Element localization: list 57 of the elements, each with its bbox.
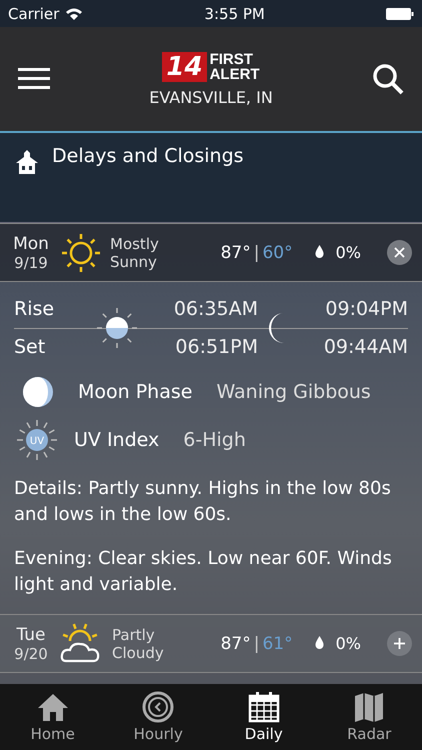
banner-label: Delays and Closings bbox=[52, 145, 244, 167]
sunrise-time: 06:35AM bbox=[172, 298, 258, 320]
search-icon[interactable] bbox=[372, 63, 404, 95]
house-icon bbox=[36, 691, 70, 723]
battery-icon bbox=[386, 8, 414, 20]
wifi-icon bbox=[65, 7, 84, 20]
sunset-time: 06:51PM bbox=[174, 336, 258, 358]
alert-banner[interactable]: Delays and Closings bbox=[0, 133, 422, 223]
low-temp: 61° bbox=[262, 634, 293, 654]
day-row[interactable]: Mon 9/19 Mostly Sunny 87° | 60° 0% bbox=[0, 223, 422, 282]
tab-button[interactable]: Daily bbox=[211, 684, 316, 750]
calendar-icon bbox=[246, 691, 281, 723]
moon-phase-value: Waning Gibbous bbox=[216, 381, 371, 403]
expand-button[interactable] bbox=[387, 631, 412, 656]
tab-button[interactable]: Home bbox=[0, 684, 106, 750]
plus-icon bbox=[394, 638, 405, 649]
day-date: 9/20 bbox=[14, 644, 48, 662]
location-label: EVANSVILLE, IN bbox=[149, 88, 273, 106]
uv-index-label: UV Index bbox=[74, 429, 160, 451]
forecast-paragraph: Details: Partly sunny. Highs in the low 80s and lows in the low 60s. bbox=[14, 477, 392, 527]
moon-phase-icon bbox=[22, 376, 54, 408]
high-temp: 87° bbox=[220, 242, 251, 262]
sun-icon bbox=[60, 232, 102, 274]
day-date: 9/19 bbox=[14, 254, 48, 272]
precip-value: 0% bbox=[314, 243, 361, 262]
collapse-button[interactable] bbox=[387, 240, 412, 265]
forecast-paragraph: Evening: Clear skies. Low near 60F. Winds light and variable. bbox=[14, 547, 393, 597]
set-label: Set bbox=[14, 336, 46, 358]
sunrise-icon bbox=[94, 305, 140, 351]
uv-badge-text: UV bbox=[30, 436, 44, 447]
tab-button[interactable]: Hourly bbox=[106, 684, 211, 750]
condition-text: Mostly Sunny bbox=[110, 234, 160, 270]
menu-icon[interactable] bbox=[18, 68, 50, 90]
day-name: Tue bbox=[16, 624, 46, 644]
moonset-time: 09:44AM bbox=[322, 336, 408, 358]
low-temp: 60° bbox=[262, 242, 293, 262]
day-name: Mon bbox=[13, 234, 49, 254]
moon-phase-label: Moon Phase bbox=[78, 381, 192, 403]
close-icon bbox=[394, 247, 405, 258]
clock-time: 3:55 PM bbox=[204, 4, 265, 22]
raindrop-icon bbox=[314, 636, 324, 649]
condition-text: Partly Cloudy bbox=[112, 626, 165, 662]
precip-value: 0% bbox=[314, 634, 361, 653]
day-row[interactable]: Tue 9/20 Partly Cloudy 87° | 61° 0% bbox=[0, 614, 422, 673]
temp-separator: | bbox=[254, 242, 260, 262]
high-temp: 87° bbox=[220, 634, 251, 654]
raindrop-icon bbox=[314, 245, 324, 258]
moonrise-time: 09:04PM bbox=[324, 298, 408, 320]
tab-button[interactable]: Radar bbox=[316, 684, 422, 750]
clock-icon bbox=[141, 691, 176, 723]
carrier-label: Carrier bbox=[8, 4, 60, 22]
uv-index-value: 6-High bbox=[183, 429, 246, 451]
temp-separator: | bbox=[254, 634, 260, 654]
logo-number: 14 bbox=[162, 52, 207, 82]
logo-text: FIRST ALERT bbox=[210, 52, 260, 82]
schoolhouse-icon bbox=[14, 149, 40, 175]
rise-label: Rise bbox=[14, 298, 56, 320]
